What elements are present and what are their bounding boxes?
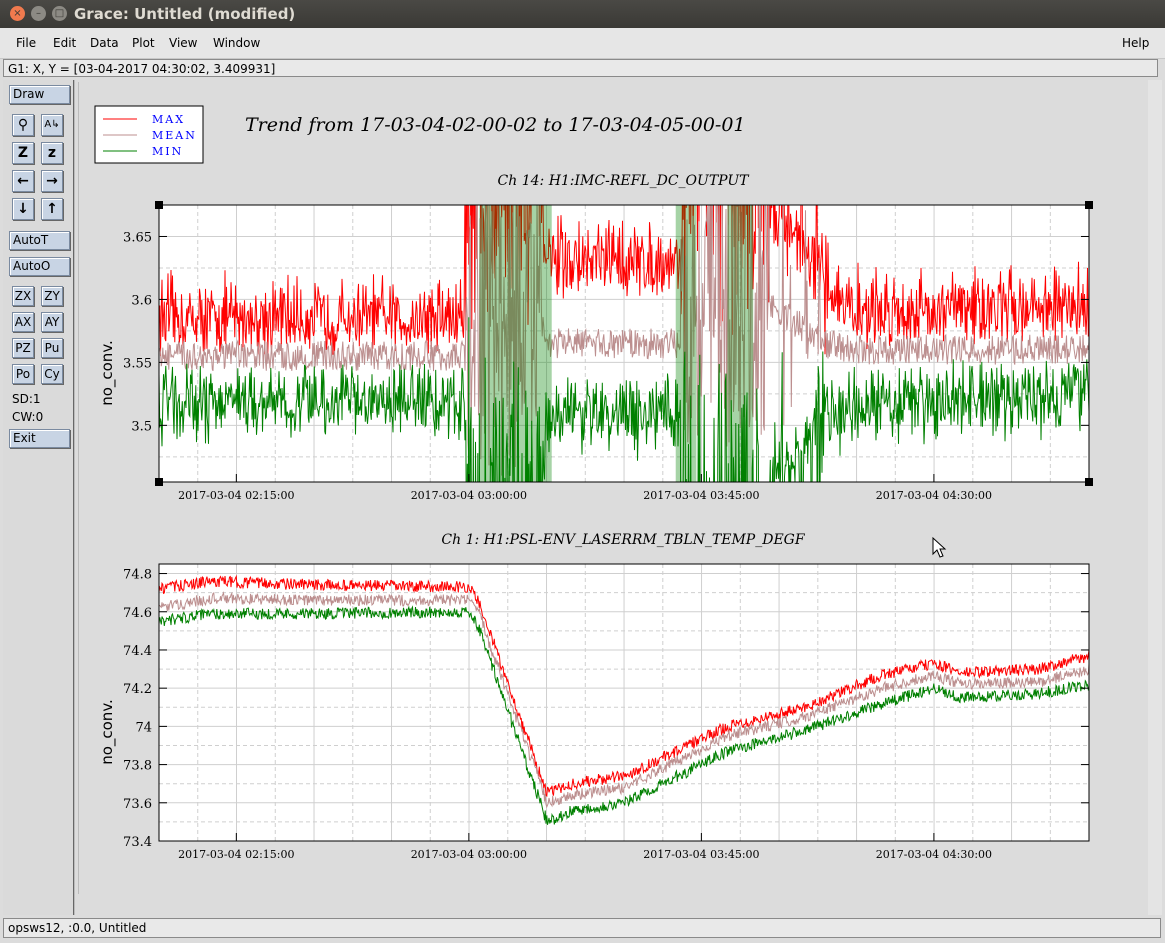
zoom-in-icon: Z <box>17 145 29 161</box>
legend-mean-label: MEAN <box>152 129 197 142</box>
bottom-chart: 73.4 73.6 73.8 74 74.2 74.4 74.6 74.8 2017-03-04… <box>123 563 1090 861</box>
close-icon[interactable]: × <box>10 6 25 21</box>
chart2-ytick-label: 74.8 <box>123 568 152 583</box>
selection-handle <box>155 478 163 486</box>
chart1-dense-block <box>727 205 754 482</box>
arrow-down-icon: ↓ <box>17 201 29 217</box>
chart1-ytick-label: 3.5 <box>131 419 152 434</box>
chart1-dense-block <box>675 205 697 482</box>
top-chart-title: Ch 14: H1:IMC-REFL_DC_OUTPUT <box>498 173 751 189</box>
arrow-left-icon: ← <box>17 173 29 189</box>
cy-button[interactable]: Cy <box>41 364 63 384</box>
chart1-xtick-label: 2017-03-04 03:45:00 <box>643 489 759 502</box>
chart2-ytick-label: 74.4 <box>123 644 152 659</box>
chart1-ytick-label: 3.55 <box>123 356 152 371</box>
chart1-ytick-label: 3.6 <box>131 293 152 308</box>
autoo-button[interactable]: AutoO <box>9 257 70 276</box>
pu-button[interactable]: Pu <box>41 338 63 358</box>
chart2-ytick-label: 73.6 <box>123 797 152 812</box>
chart1-dense-block <box>479 205 552 482</box>
menu-data[interactable]: Data <box>90 36 119 50</box>
trend-title: Trend from 17-03-04-02-00-02 to 17-03-04… <box>245 114 746 136</box>
chart2-ytick-label: 74.6 <box>123 606 152 621</box>
menu-bar: File Edit Data Plot View Window Help <box>0 28 1165 59</box>
plot-svg[interactable]: MAX MEAN MIN Trend from 17-03-04-02-00-0… <box>79 82 1133 894</box>
legend-max-label: MAX <box>152 113 185 126</box>
ax-button[interactable]: AX <box>12 312 34 332</box>
text-icon: A↳ <box>44 119 60 130</box>
tool-panel: Draw ⚲ A↳ Z z ← → ↓ ↑ AutoT AutoO ZX ZY … <box>3 80 75 915</box>
po-button[interactable]: Po <box>12 364 34 384</box>
chart1-xtick-label: 2017-03-04 02:15:00 <box>178 489 294 502</box>
sd-label: SD:1 <box>12 392 41 406</box>
text-tool-button[interactable]: A↳ <box>41 114 63 136</box>
autot-button[interactable]: AutoT <box>9 231 70 250</box>
status-bar: opsws12, :0.0, Untitled <box>3 918 1161 938</box>
chart2-ytick-label: 73.8 <box>123 759 152 774</box>
chart1-xtick-label: 2017-03-04 04:30:00 <box>876 489 992 502</box>
chart2-xtick-label: 2017-03-04 03:00:00 <box>411 848 527 861</box>
scroll-up-button[interactable]: ↑ <box>41 198 63 220</box>
selection-handle <box>1085 201 1093 209</box>
cw-label: CW:0 <box>12 410 44 424</box>
vertical-scrollbar[interactable] <box>1148 80 1162 915</box>
scroll-down-button[interactable]: ↓ <box>12 198 34 220</box>
bottom-chart-title: Ch 1: H1:PSL-ENV_LASERRM_TBLN_TEMP_DEGF <box>441 532 805 548</box>
zoom-out-icon: z <box>47 145 57 161</box>
chart2-ytick-label: 74.2 <box>123 682 152 697</box>
arrow-right-icon: → <box>46 173 58 189</box>
legend-min-label: MIN <box>152 145 183 158</box>
chart1-ytick-label: 3.65 <box>123 230 152 245</box>
scroll-right-button[interactable]: → <box>41 170 63 192</box>
menu-view[interactable]: View <box>169 36 197 50</box>
menu-plot[interactable]: Plot <box>132 36 155 50</box>
title-bar: × – □ Grace: Untitled (modified) <box>0 0 1165 28</box>
bottom-chart-ylabel: no_conv. <box>98 699 117 765</box>
menu-file[interactable]: File <box>16 36 36 50</box>
chart1-xtick-label: 2017-03-04 03:00:00 <box>411 489 527 502</box>
menu-window[interactable]: Window <box>213 36 260 50</box>
chart2-xtick-label: 2017-03-04 04:30:00 <box>876 848 992 861</box>
chart2-ytick-label: 73.4 <box>123 835 152 850</box>
menu-help[interactable]: Help <box>1122 36 1149 50</box>
locator-display: G1: X, Y = [03-04-2017 04:30:02, 3.40993… <box>3 59 1158 77</box>
zoom-magnifier-button[interactable]: ⚲ <box>12 114 34 136</box>
maximize-icon[interactable]: □ <box>52 6 67 21</box>
top-chart-ylabel: no_conv. <box>98 340 117 406</box>
magnifier-icon: ⚲ <box>17 117 29 133</box>
zoom-out-button[interactable]: z <box>41 142 63 164</box>
plot-canvas[interactable]: MAX MEAN MIN Trend from 17-03-04-02-00-0… <box>78 82 1133 894</box>
selection-handle <box>155 201 163 209</box>
menu-edit[interactable]: Edit <box>53 36 76 50</box>
chart2-xtick-label: 2017-03-04 03:45:00 <box>643 848 759 861</box>
minimize-icon[interactable]: – <box>31 6 46 21</box>
ay-button[interactable]: AY <box>41 312 63 332</box>
zoom-in-button[interactable]: Z <box>12 142 34 164</box>
exit-button[interactable]: Exit <box>9 429 70 448</box>
arrow-up-icon: ↑ <box>46 201 58 217</box>
chart2-ytick-label: 74 <box>135 720 152 735</box>
draw-button[interactable]: Draw <box>9 85 70 104</box>
selection-handle <box>1085 478 1093 486</box>
chart2-xtick-label: 2017-03-04 02:15:00 <box>178 848 294 861</box>
zx-button[interactable]: ZX <box>12 286 34 306</box>
window-title: Grace: Untitled (modified) <box>74 5 296 23</box>
scroll-left-button[interactable]: ← <box>12 170 34 192</box>
mouse-cursor-icon <box>932 536 947 558</box>
zy-button[interactable]: ZY <box>41 286 63 306</box>
pz-button[interactable]: PZ <box>12 338 34 358</box>
